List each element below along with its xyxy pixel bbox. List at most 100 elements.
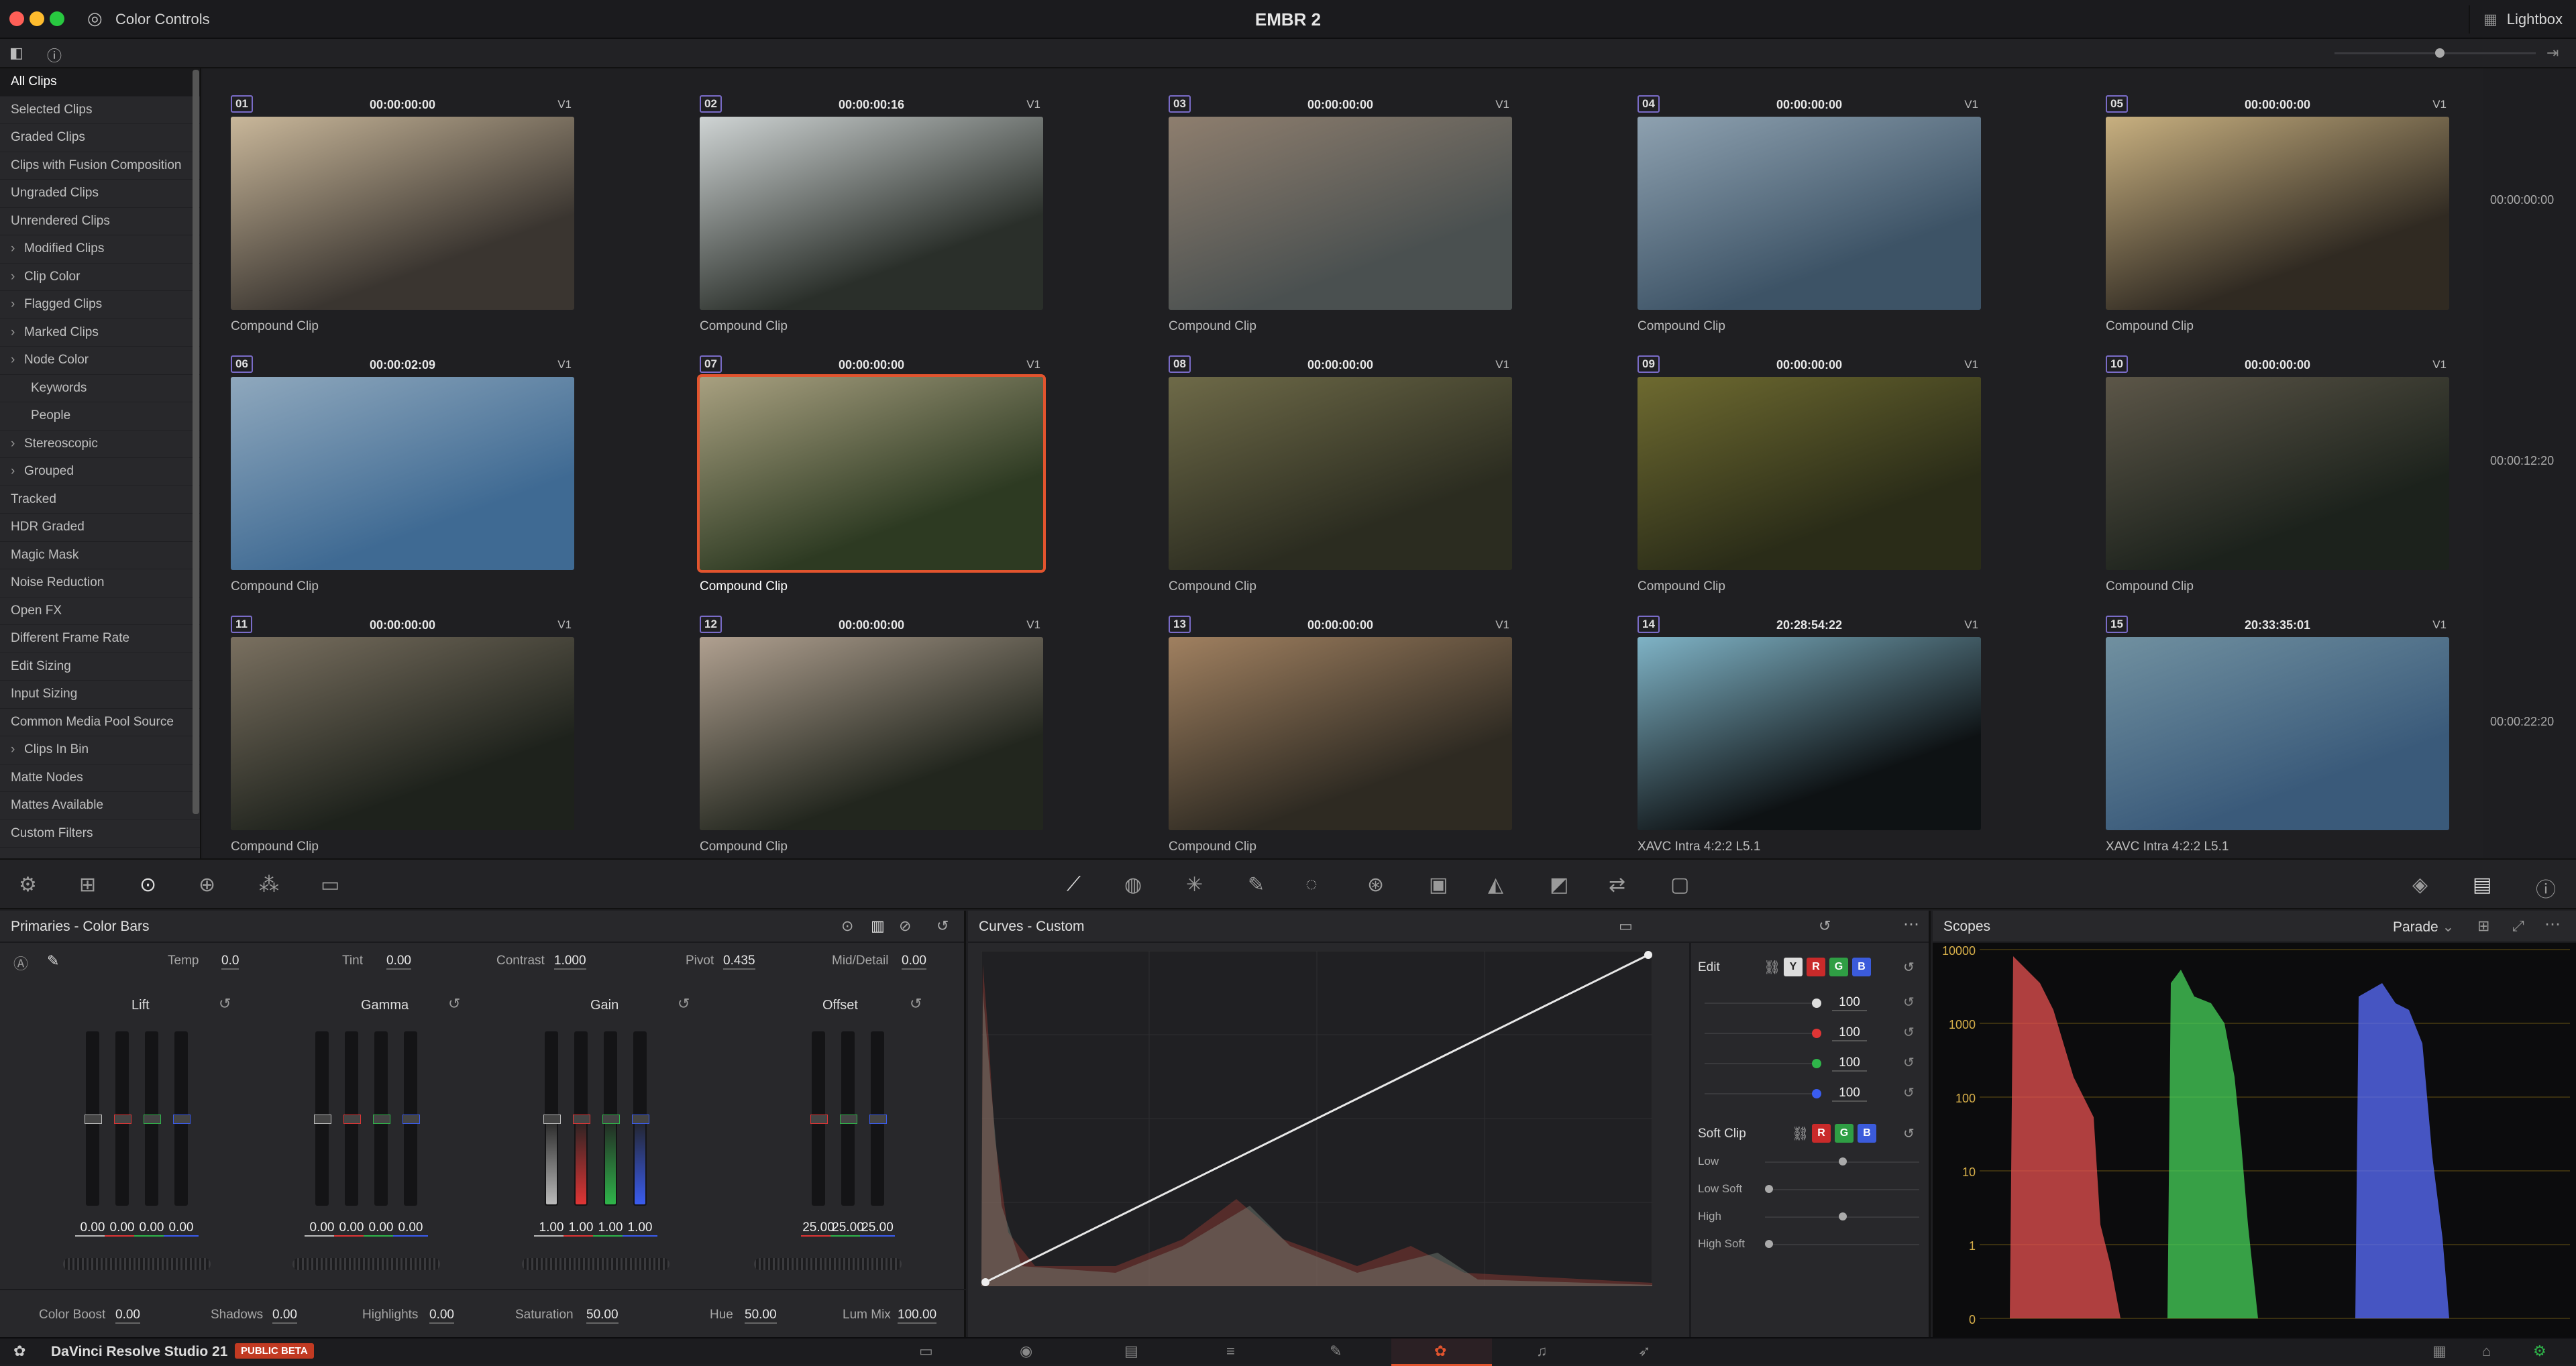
motion-effects-icon[interactable]: ▭ [321,873,339,897]
edit-page-icon[interactable]: ▤ [1124,1343,1138,1360]
intensity-knob[interactable] [1812,1059,1821,1068]
soft-clip-knob[interactable] [1839,1157,1847,1165]
slider-knob[interactable] [144,1115,161,1124]
sidebar-item[interactable]: › Node Color [0,347,200,375]
clip-image[interactable] [2106,117,2449,310]
intensity-reset-icon[interactable]: ↺ [1903,994,1915,1011]
soft-clip-link-icon[interactable]: ⛓ [1792,1125,1809,1142]
sidebar-item[interactable]: Magic Mask [0,542,200,569]
channel-g-button[interactable]: G [1829,958,1848,976]
link-icon[interactable]: ⛓ [1764,959,1780,976]
clip-image[interactable] [700,637,1043,830]
soft-clip-b-button[interactable]: B [1858,1124,1876,1143]
white-balance-picker-icon[interactable]: ✎ [47,952,59,970]
slider-knob[interactable] [402,1115,420,1124]
master-wheel-jog[interactable] [522,1258,669,1270]
slider-knob[interactable] [373,1115,390,1124]
fairlight-page-icon[interactable]: ♫ [1536,1343,1548,1360]
soft-clip-slider[interactable] [1765,1157,1919,1165]
sidebar-item[interactable]: Graded Clips [0,124,200,152]
slider-knob[interactable] [173,1115,191,1124]
primaries-log-icon[interactable]: ⊘ [899,917,911,935]
sidebar-item[interactable]: Edit Sizing [0,653,200,681]
param-value-field[interactable]: 50.00 [745,1308,777,1324]
soft-clip-reset-icon[interactable]: ↺ [1903,1125,1915,1142]
wheel-reset-icon[interactable]: ↺ [678,995,690,1013]
chevron-right-icon[interactable]: › [11,736,24,763]
channel-slider[interactable] [840,1031,857,1206]
sidebar-item[interactable]: Selected Clips [0,97,200,124]
auto-balance-icon[interactable]: Ⓐ [13,952,28,974]
curves-icon[interactable]: ⟋ [1067,873,1081,896]
zoom-slider-knob[interactable] [2435,48,2445,58]
sidebar-item[interactable]: › Flagged Clips [0,291,200,319]
sidebar-item[interactable]: Matte Nodes [0,764,200,792]
sidebar-item[interactable]: Unrendered Clips [0,208,200,235]
sidebar-item[interactable]: Input Sizing [0,681,200,709]
master-wheel-jog[interactable] [292,1258,440,1270]
param-value-field[interactable]: 0.00 [115,1308,140,1324]
info-panel-icon[interactable]: ⓘ [2536,873,2556,903]
slider-knob[interactable] [85,1115,102,1124]
clip-image[interactable] [1638,377,1981,570]
slider-knob[interactable] [343,1115,361,1124]
home-icon[interactable]: ⌂ [2482,1343,2491,1360]
channel-value-field[interactable]: 0.00 [164,1220,199,1237]
sizing-icon[interactable]: ⇄ [1609,873,1625,897]
media-page-icon[interactable]: ▭ [919,1343,933,1360]
zoom-slider[interactable] [2334,48,2536,58]
chevron-right-icon[interactable]: › [11,291,24,318]
channel-slider[interactable] [114,1031,131,1206]
qualifier-icon[interactable]: ✳ [1186,873,1203,897]
channel-slider[interactable] [343,1031,361,1206]
channel-slider[interactable] [85,1031,102,1206]
channel-slider[interactable] [869,1031,887,1206]
param-value-field[interactable]: 1.000 [554,954,586,970]
scope-options-icon[interactable]: ⋯ [2544,915,2561,934]
fusion-page-icon[interactable]: ≡ [1226,1343,1235,1360]
param-value-field[interactable]: 50.00 [586,1308,619,1324]
rgb-mixer-icon[interactable]: ⁂ [259,873,279,897]
intensity-slider[interactable] [1705,999,1821,1008]
tracker-icon[interactable]: ⊛ [1367,873,1384,897]
soft-clip-r-button[interactable]: R [1812,1124,1831,1143]
soft-clip-knob[interactable] [1765,1240,1773,1248]
chevron-right-icon[interactable]: › [11,235,24,262]
param-value-field[interactable]: 0.00 [902,954,926,970]
cut-page-icon[interactable]: ◉ [1020,1343,1032,1360]
slider-knob[interactable] [314,1115,331,1124]
channel-slider[interactable] [144,1031,161,1206]
param-value-field[interactable]: 100.00 [898,1308,937,1324]
intensity-value-field[interactable]: 100 [1832,1056,1867,1072]
eyedropper-icon[interactable]: ✎ [1248,873,1265,897]
intensity-reset-icon[interactable]: ↺ [1903,1024,1915,1041]
visibility-icon[interactable]: ◈ [2412,873,2428,897]
sidebar-item[interactable]: › Clip Color [0,264,200,291]
channel-slider[interactable] [173,1031,191,1206]
3d-icon[interactable]: ▢ [1670,873,1689,897]
info-icon[interactable]: ⓘ [47,44,62,66]
slider-knob[interactable] [602,1115,620,1124]
master-wheel-jog[interactable] [63,1258,211,1270]
sidebar-item[interactable]: Common Media Pool Source [0,709,200,736]
clip-image[interactable] [697,374,1046,573]
blur-icon[interactable]: ◭ [1488,873,1503,897]
param-value-field[interactable]: 0.00 [429,1308,454,1324]
clip-image[interactable] [1638,117,1981,310]
magic-mask-icon[interactable]: ▣ [1429,873,1448,897]
sidebar-toggle-icon[interactable]: ◧ [9,44,23,62]
intensity-slider[interactable] [1705,1059,1821,1068]
window-icon[interactable]: ◌ [1305,873,1318,896]
intensity-slider[interactable] [1705,1029,1821,1038]
clip-image[interactable] [1169,377,1512,570]
sidebar-item[interactable]: Custom Filters [0,820,200,848]
clip-image[interactable] [2106,637,2449,830]
intensity-slider[interactable] [1705,1089,1821,1098]
sidebar-item[interactable]: Open FX [0,597,200,625]
clip-image[interactable] [231,637,574,830]
chevron-right-icon[interactable]: › [11,347,24,374]
intensity-knob[interactable] [1812,999,1821,1008]
curves-custom-icon[interactable]: ▭ [1619,917,1633,935]
project-settings-icon[interactable]: ⚙ [2533,1343,2546,1360]
fairlight-effects-icon[interactable]: ✎ [1330,1343,1342,1360]
